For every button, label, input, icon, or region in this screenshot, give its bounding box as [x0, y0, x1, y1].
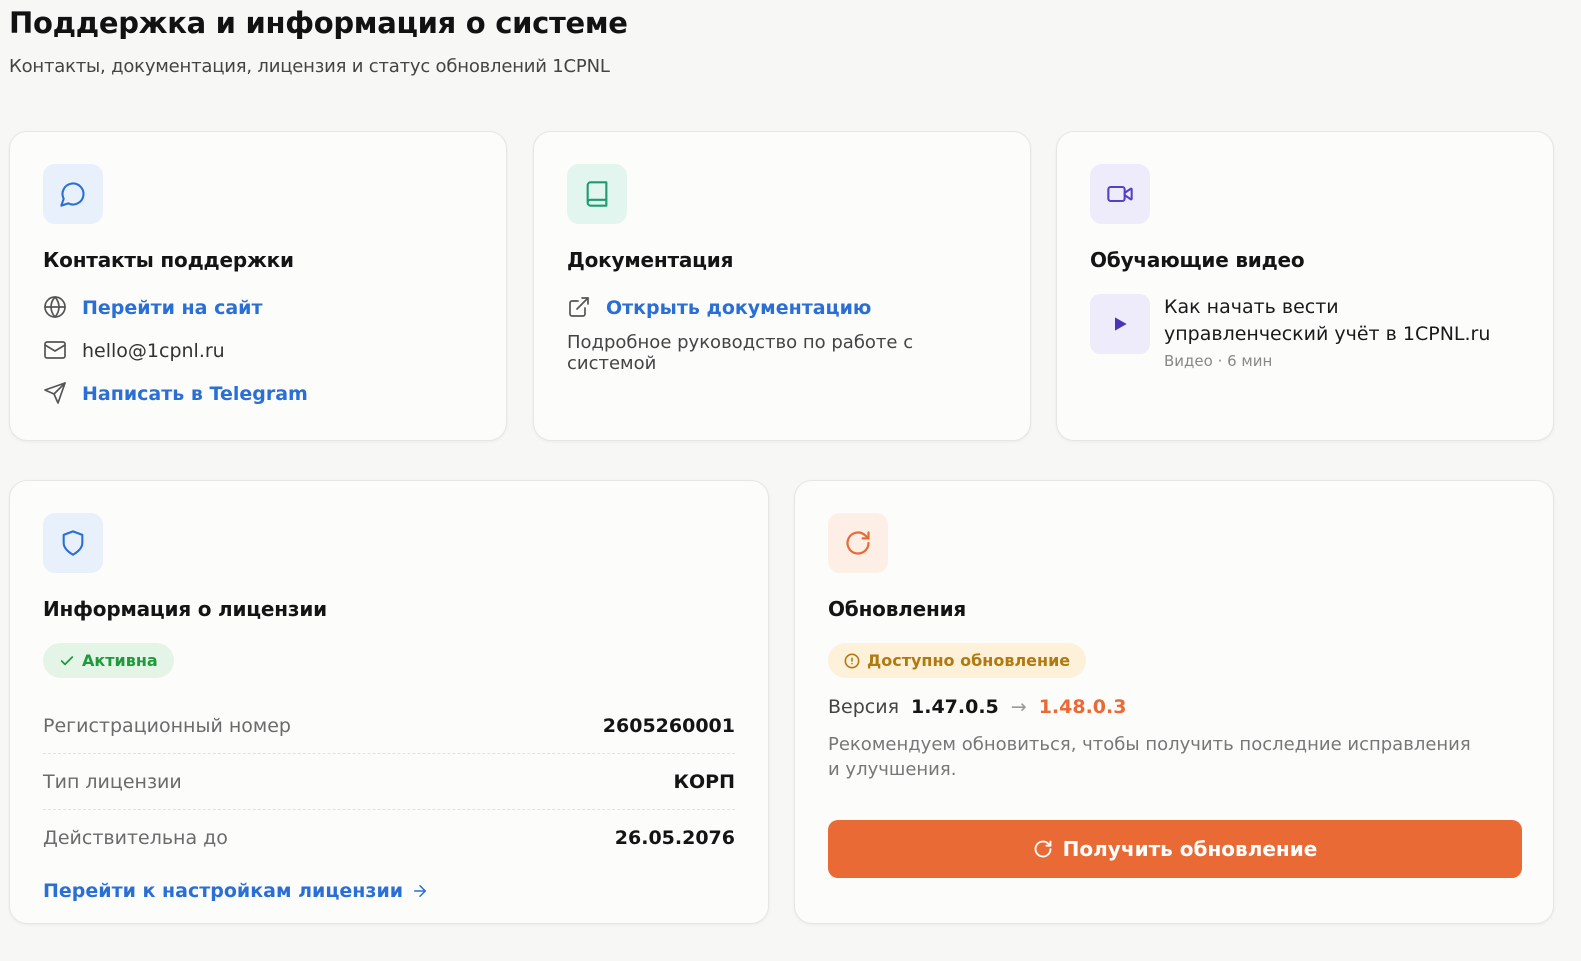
- license-info-title: Информация о лицензии: [43, 597, 327, 621]
- video-title[interactable]: Как начать вести управленческий учёт в 1…: [1164, 294, 1504, 348]
- support-contacts-title: Контакты поддержки: [43, 248, 294, 272]
- license-info-card: Информация о лицензии Активна Регистраци…: [9, 480, 769, 924]
- check-icon: [60, 655, 74, 665]
- video-text: Как начать вести управленческий учёт в 1…: [1164, 294, 1504, 370]
- page-title: Поддержка и информация о системе: [9, 6, 628, 40]
- open-documentation-link[interactable]: Открыть документацию: [606, 297, 871, 319]
- current-version: 1.47.0.5: [911, 696, 999, 718]
- open-docs-row: Открыть документацию: [567, 286, 997, 329]
- book-icon: [567, 164, 627, 224]
- alert-circle-icon: [844, 653, 860, 668]
- contacts-list: Перейти на сайт hello@1cpnl.ru Написать …: [43, 286, 473, 415]
- get-update-label: Получить обновление: [1062, 837, 1318, 861]
- arrow-right-icon: [414, 885, 427, 897]
- support-contacts-card: Контакты поддержки Перейти на сайт hello…: [9, 131, 507, 441]
- video-camera-icon: [1090, 164, 1150, 224]
- license-row: Действительна до 26.05.2076: [43, 810, 735, 866]
- mail-icon: [43, 338, 69, 364]
- license-row-label: Действительна до: [43, 827, 228, 849]
- version-label: Версия: [828, 696, 900, 718]
- external-link-icon: [567, 295, 593, 321]
- get-update-button[interactable]: Получить обновление: [828, 820, 1522, 878]
- license-row-value: КОРП: [673, 770, 735, 793]
- website-link[interactable]: Перейти на сайт: [82, 297, 263, 319]
- send-icon: [43, 381, 69, 407]
- license-row-value: 26.05.2076: [614, 827, 735, 849]
- support-email: hello@1cpnl.ru: [82, 339, 225, 362]
- license-row: Тип лицензии КОРП: [43, 754, 735, 810]
- updates-card: Обновления Доступно обновление Версия 1.…: [794, 480, 1554, 924]
- telegram-row: Написать в Telegram: [43, 372, 473, 415]
- page-subtitle: Контакты, документация, лицензия и стату…: [9, 56, 610, 77]
- license-row: Регистрационный номер 2605260001: [43, 698, 735, 754]
- version-row: Версия 1.47.0.5 → 1.48.0.3: [828, 696, 1520, 718]
- license-details: Регистрационный номер 2605260001 Тип лиц…: [43, 698, 735, 866]
- website-row: Перейти на сайт: [43, 286, 473, 329]
- documentation-title: Документация: [567, 248, 734, 272]
- video-meta: Видео · 6 мин: [1164, 352, 1273, 370]
- email-row: hello@1cpnl.ru: [43, 329, 473, 372]
- updates-title: Обновления: [828, 597, 967, 621]
- update-status-badge: Доступно обновление: [828, 643, 1087, 678]
- license-row-label: Тип лицензии: [43, 770, 182, 793]
- training-videos-card: Обучающие видео Как начать вести управле…: [1056, 131, 1554, 441]
- refresh-icon: [828, 513, 888, 573]
- telegram-link[interactable]: Написать в Telegram: [82, 383, 308, 405]
- version-arrow: →: [1010, 696, 1027, 718]
- shield-icon: [43, 513, 103, 573]
- documentation-card: Документация Открыть документацию Подроб…: [533, 131, 1031, 441]
- documentation-description: Подробное руководство по работе с систем…: [567, 332, 914, 374]
- update-status-text: Доступно обновление: [867, 651, 1071, 670]
- license-row-label: Регистрационный номер: [43, 714, 291, 737]
- license-settings-label: Перейти к настройкам лицензии: [43, 880, 404, 902]
- chat-bubble-icon: [43, 164, 103, 224]
- license-status-text: Активна: [82, 651, 158, 670]
- update-description: Рекомендуем обновиться, чтобы получить п…: [828, 734, 1471, 780]
- globe-icon: [43, 295, 69, 321]
- refresh-icon: [1034, 840, 1052, 858]
- license-settings-link[interactable]: Перейти к настройкам лицензии: [43, 880, 429, 902]
- play-icon[interactable]: [1090, 294, 1150, 354]
- license-row-value: 2605260001: [602, 714, 735, 737]
- license-status-badge: Активна: [43, 643, 174, 678]
- new-version: 1.48.0.3: [1038, 696, 1127, 718]
- page-header: Поддержка и информация о системе Контакт…: [9, 6, 628, 77]
- training-videos-title: Обучающие видео: [1090, 248, 1305, 272]
- video-item[interactable]: Как начать вести управленческий учёт в 1…: [1090, 294, 1520, 370]
